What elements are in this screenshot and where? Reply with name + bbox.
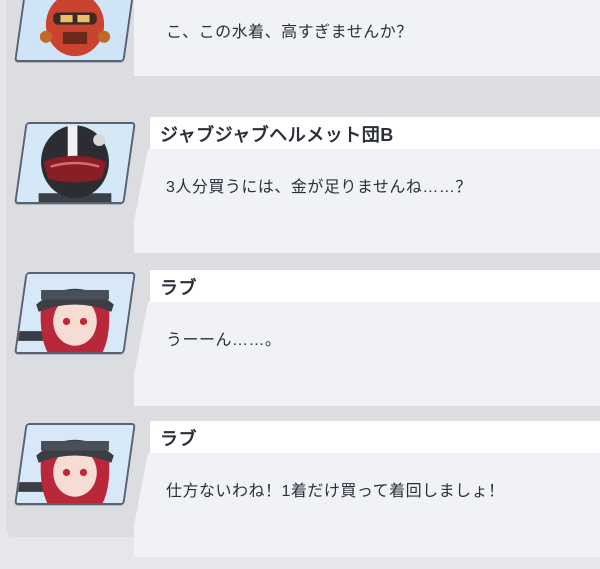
dialogue-entry: ラブ 仕方ないわね！1着だけ買って着回しましょ！: [6, 421, 600, 569]
love-avatar-icon: [14, 272, 136, 354]
speaker-portrait-love: [14, 423, 136, 505]
speaker-name: ラブ: [160, 278, 197, 298]
speaker-name-tab: [150, 421, 600, 453]
dialogue-text: こ、この水着、高すぎませんか？: [166, 24, 413, 41]
dialogue-panel: こ、この水着、高すぎませんか？: [126, 0, 600, 118]
dialogue-text-box: [134, 302, 600, 406]
dialogue-panel: ラブ うーーん……。: [126, 270, 600, 418]
love-avatar-icon: [14, 423, 136, 505]
speaker-portrait-black-helmet: [14, 122, 136, 204]
speaker-portrait-red-helmet: [14, 0, 136, 62]
speaker-portrait-love: [14, 272, 136, 354]
dialogue-text: うーーん……。: [166, 332, 282, 349]
dialogue-entry: ラブ うーーん……。: [6, 270, 600, 418]
speaker-name-tab: [150, 270, 600, 302]
black-helmet-avatar-icon: [14, 122, 136, 204]
dialogue-text: 3人分買うには、金が足りませんね……？: [166, 179, 472, 196]
dialogue-text-box: [134, 149, 600, 253]
speaker-name: ジャブジャブヘルメット団B: [160, 125, 394, 145]
red-helmet-avatar-icon: [14, 0, 136, 62]
dialogue-panel: ジャブジャブヘルメット団B 3人分買うには、金が足りませんね……？: [126, 117, 600, 265]
dialogue-text-box: [134, 453, 600, 557]
dialogue-log: こ、この水着、高すぎませんか？ ジャブジャブヘルメット団B 3人分買うには、金が…: [6, 0, 600, 557]
dialogue-panel: ラブ 仕方ないわね！1着だけ買って着回しましょ！: [126, 421, 600, 569]
speaker-name: ラブ: [160, 429, 197, 449]
dialogue-entry: こ、この水着、高すぎませんか？: [6, 0, 600, 118]
dialogue-text: 仕方ないわね！1着だけ買って着回しましょ！: [166, 483, 505, 500]
dialogue-entry: ジャブジャブヘルメット団B 3人分買うには、金が足りませんね……？: [6, 117, 600, 265]
